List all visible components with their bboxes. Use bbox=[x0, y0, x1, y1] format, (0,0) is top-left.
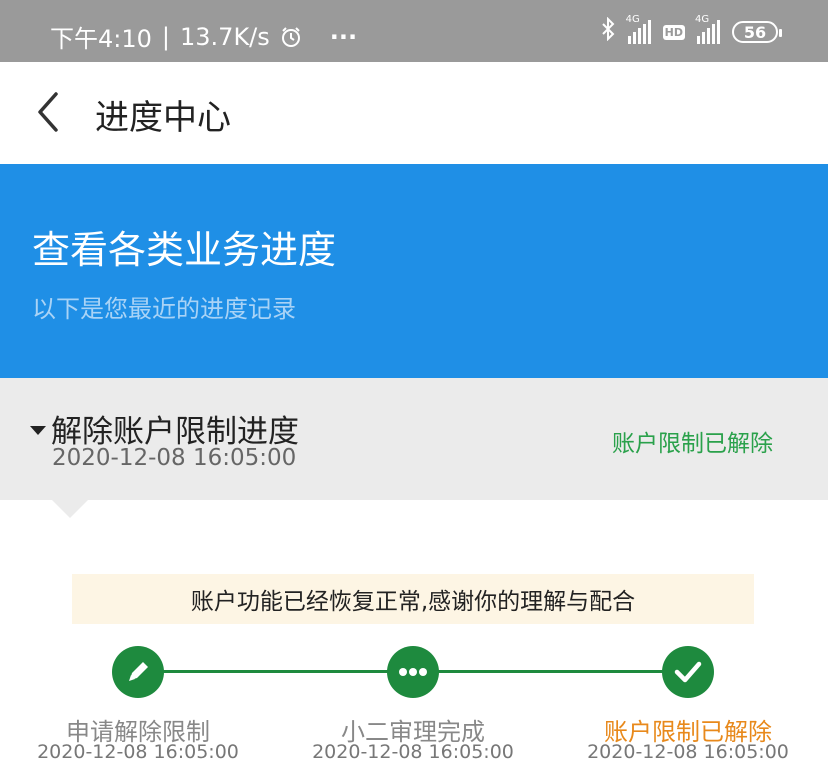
bluetooth-icon bbox=[600, 16, 616, 47]
banner-subtitle: 以下是您最近的进度记录 bbox=[32, 295, 296, 323]
signal-icon-2: 4G bbox=[695, 14, 720, 44]
battery-icon: 56 bbox=[732, 21, 782, 43]
banner: 查看各类业务进度 以下是您最近的进度记录 bbox=[0, 164, 828, 378]
pointer-arrow bbox=[52, 500, 88, 518]
step-time-review: 2020-12-08 16:05:00 bbox=[312, 741, 514, 763]
pencil-icon bbox=[112, 646, 164, 698]
check-icon bbox=[662, 646, 714, 698]
separator: | bbox=[161, 22, 170, 51]
record-time: 2020-12-08 16:05:00 bbox=[52, 445, 297, 471]
step-time-apply: 2020-12-08 16:05:00 bbox=[37, 741, 239, 763]
network-type: 4G bbox=[625, 14, 640, 25]
step-time-resolved: 2020-12-08 16:05:00 bbox=[587, 741, 789, 763]
network-type-2: 4G bbox=[695, 14, 710, 25]
network-speed: 13.7K/s bbox=[180, 22, 270, 51]
record-status: 账户限制已解除 bbox=[612, 431, 773, 457]
hd-badge: HD bbox=[662, 24, 685, 40]
alarm-icon bbox=[280, 26, 302, 48]
status-bar: 下午4:10 | 13.7K/s ··· 4G HD 4G 56 bbox=[0, 0, 828, 62]
page-title: 进度中心 bbox=[95, 98, 231, 138]
clock: 下午4:10 bbox=[50, 25, 152, 53]
caret-down-icon bbox=[30, 426, 46, 435]
more-notifications: ··· bbox=[329, 22, 358, 51]
banner-title: 查看各类业务进度 bbox=[32, 228, 337, 272]
chevron-left-icon bbox=[38, 92, 58, 132]
signal-icon: 4G bbox=[626, 14, 651, 44]
back-button[interactable] bbox=[30, 90, 70, 134]
dots-icon bbox=[387, 646, 439, 698]
notice-banner: 账户功能已经恢复正常,感谢你的理解与配合 bbox=[72, 574, 754, 624]
title-bar: 进度中心 bbox=[0, 62, 828, 164]
record-header[interactable]: 解除账户限制进度 2020-12-08 16:05:00 账户限制已解除 bbox=[0, 378, 828, 500]
